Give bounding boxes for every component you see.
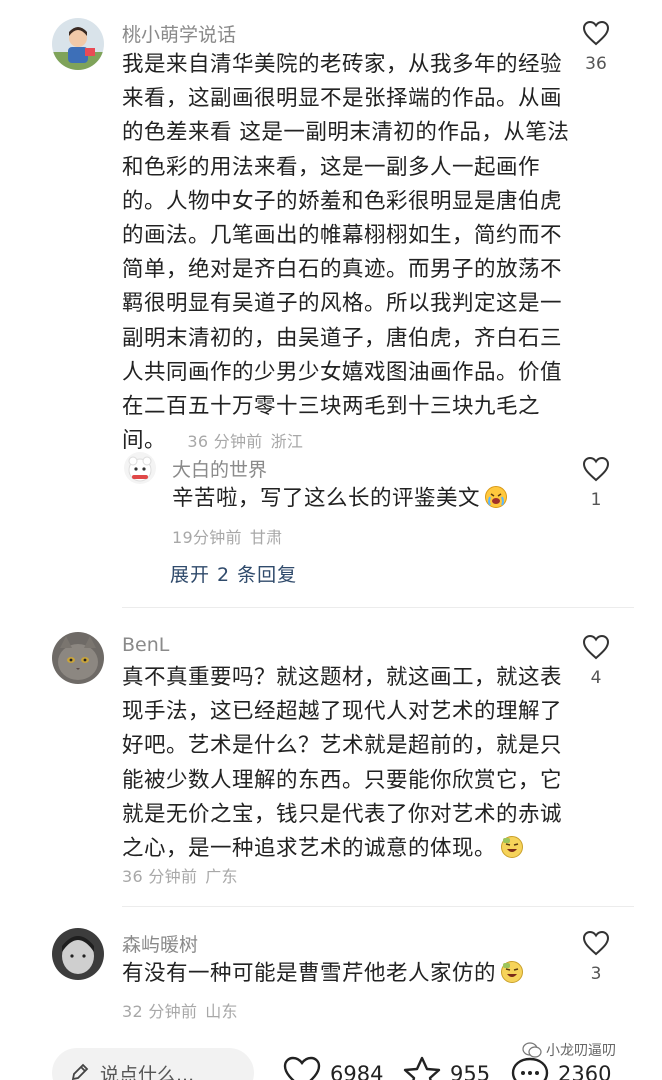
comment-text-line: 简单，绝对是齐白石的真迹。而男子的放荡不 [122,257,563,283]
heart-outline-icon [582,20,610,46]
comment-text-line: 的色差来看 这是一副明末清初的作品，从笔法 [122,120,570,146]
comment-text-line: 的画法。几笔画出的帷幕栩栩如生，简约而不 [122,222,563,248]
comment-input[interactable]: 说点什么... [52,1048,254,1080]
comment-meta: 32 分钟前 山东 [122,998,238,1022]
comment-text-tail: 之心，是一种追求艺术的诚意的体现。 [122,835,497,861]
heart-outline-icon [582,930,610,956]
comment-text-line: 副明末清初的，由吴道子，唐伯虎，齐白石三 [122,325,563,351]
comment-text-line: 我是来自清华美院的老砖家，从我多年的经验 [122,52,563,77]
comment-text-line: 在二百五十万零十三块两毛到十三块九毛之 [122,393,541,419]
comment-time: 32 分钟前 [122,1002,198,1021]
comment-text-line-last: 间。 36 分钟前 浙江 [122,424,569,458]
comment-text-tail: 间。 [122,428,167,454]
comment-text-tail: 有没有一种可能是曹雪芹他老人家仿的 [122,961,497,986]
comment-text: 真不真重要吗？就这题材，就这画工，就这表 现手法，这已经超越了现代人对艺术的理解… [122,661,562,866]
star-outline-icon [403,1056,441,1080]
crying-face-icon [484,485,508,520]
reply-text-row: 辛苦啦，写了这么长的评鉴美文 [172,482,508,516]
comment-location: 广东 [205,867,238,886]
comment-text-line: 来看，这副画很明显不是张择端的作品。从画 [122,86,563,112]
comment-username[interactable]: 森屿暖树 [122,930,198,957]
comment-text-line: 真不真重要吗？就这题材，就这画工，就这表 [122,665,563,690]
comment-total-count: 2360 [558,1062,612,1080]
reply-like-count: 1 [590,490,602,510]
like-count: 3 [590,964,602,984]
comment-text-line: 人共同画作的少男少女嬉戏图油画作品。价值 [122,359,563,385]
comment-time: 36 分钟前 [122,867,198,886]
avatar[interactable] [52,632,104,684]
reply-text: 辛苦啦，写了这么长的评鉴美文 [172,486,481,511]
comment-username[interactable]: BenL [122,634,169,656]
heart-outline-icon [582,456,610,482]
watermark: 小龙叨逼叨 [522,1040,616,1062]
comment-meta: 36 分钟前 广东 [122,863,238,887]
avatar[interactable] [52,18,104,70]
comment-input-placeholder: 说点什么... [100,1064,195,1080]
favorite-count: 955 [450,1062,491,1080]
comment-text-line-last: 有没有一种可能是曹雪芹他老人家仿的 [122,957,524,991]
comment-text-line: 能被少数人理解的东西。只要能你欣赏它，它 [122,767,563,793]
wechat-icon [522,1042,542,1062]
comment-text-line: 的。人物中女子的娇羞和色彩很明显是唐伯虎 [122,188,563,214]
reply-time: 19分钟前 [172,528,242,547]
reply-location: 甘肃 [249,528,283,547]
like-button[interactable]: 36 [574,20,618,74]
grinning-face-icon [500,835,524,870]
comment-location: 山东 [205,1002,238,1021]
expand-replies-link[interactable]: 展开 2 条回复 [170,560,297,587]
avatar[interactable] [52,928,104,980]
comment-text-line: 好吧。艺术是什么？艺术就是超前的，就是只 [122,733,563,759]
like-count: 4 [590,668,602,688]
comment-text-line: 羁很明显有吴道子的风格。所以我判定这是一 [122,291,563,317]
watermark-text: 小龙叨逼叨 [546,1043,616,1059]
comment-text-line-last: 之心，是一种追求艺术的诚意的体现。 [122,832,562,866]
comment-text: 有没有一种可能是曹雪芹他老人家仿的 [122,957,524,991]
like-button[interactable]: 4 [574,634,618,688]
comment-location: 浙江 [270,432,304,452]
heart-outline-icon [582,634,610,660]
reply-meta: 19分钟前 甘肃 [172,524,282,548]
like-total-count: 6984 [330,1062,384,1080]
like-count: 36 [585,54,607,74]
divider [122,607,634,608]
reply-avatar[interactable] [124,452,156,484]
divider [122,906,634,907]
reply-username[interactable]: 大白的世界 [172,455,267,482]
comment-text: 我是来自清华美院的老砖家，从我多年的经验 来看，这副画很明显不是张择端的作品。从… [122,48,569,458]
comment-username[interactable]: 桃小萌学说话 [122,20,236,47]
grinning-face-icon [500,960,524,995]
comment-text-line: 现手法，这已经超越了现代人对艺术的理解了 [122,699,563,725]
reply-text-line: 辛苦啦，写了这么长的评鉴美文 [172,482,508,516]
like-button[interactable]: 3 [574,930,618,984]
pencil-icon [70,1062,90,1080]
comment-text-line: 就是无价之宝，钱只是代表了你对艺术的赤诚 [122,801,563,827]
reply-like-button[interactable]: 1 [574,456,618,510]
comment-text-line: 和色彩的用法来看，这是一副多人一起画作 [122,154,541,180]
heart-outline-icon [283,1056,321,1080]
comment-meta: 36 分钟前 浙江 [187,432,303,451]
comment-time: 36 分钟前 [187,432,263,452]
